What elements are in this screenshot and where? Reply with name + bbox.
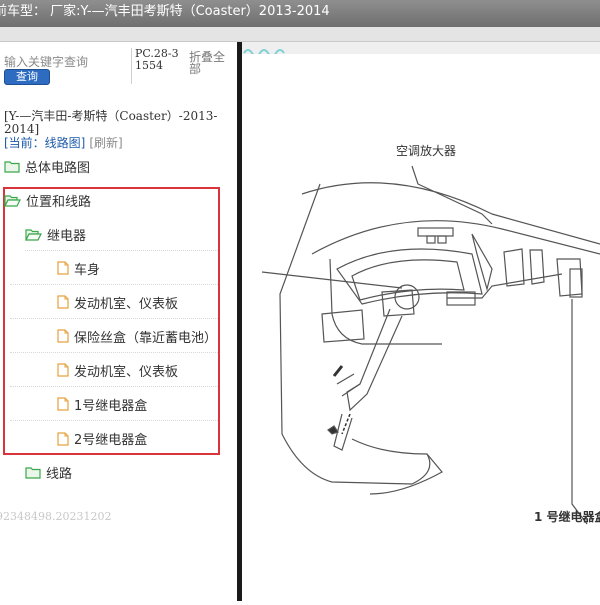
tree-item-overall-diagram[interactable]: 总体电路图 <box>4 150 224 183</box>
tree-item-label: 总体电路图 <box>25 161 91 176</box>
current-view-label: [当前：线路图] <box>4 136 86 150</box>
window-title-bar: 前车型： 厂家:Y-—汽丰田考斯特（Coaster）2013-2014 <box>0 0 600 27</box>
document-icon <box>57 397 69 411</box>
vehicle-name: [Y-—汽丰田-考斯特（Coaster）-2013-2014] <box>4 109 218 136</box>
folder-closed-icon <box>25 467 41 479</box>
tree-item-engine-room-dash-1[interactable]: 发动机室、仪表板 <box>10 286 218 319</box>
document-icon <box>57 261 69 275</box>
document-icon <box>57 329 69 343</box>
tree-item-relay-box-2[interactable]: 2号继电器盒 <box>10 422 218 455</box>
document-icon <box>57 363 69 377</box>
sidebar-tree-panel: 查询 PC.28-31554 折叠全部 [Y-—汽丰田-考斯特（Coaster）… <box>0 42 236 601</box>
collapse-all-button[interactable]: 折叠全部 <box>189 51 231 75</box>
current-view-line: [当前：线路图] [刷新] <box>4 136 123 150</box>
footer-id: 92348498.20231202 <box>0 510 112 523</box>
tree-item-relay-box-1[interactable]: 1号继电器盒 <box>10 388 218 421</box>
tree-item-body[interactable]: 车身 <box>10 252 218 285</box>
wiring-location-diagram: 空调放大器 1 号继电器盒 <box>242 54 600 601</box>
folder-closed-icon <box>4 161 20 173</box>
tree-item-label: 继电器 <box>47 228 87 244</box>
tree-item-location-and-wiring[interactable]: 位置和线路 <box>4 184 218 217</box>
tree-item-label: 保险丝盒（靠近蓄电池） <box>74 330 218 346</box>
viewer-top-strip <box>242 42 600 57</box>
tree-item-fuse-box-near-battery[interactable]: 保险丝盒（靠近蓄电池） <box>10 320 218 353</box>
search-button[interactable]: 查询 <box>4 69 50 85</box>
folder-open-icon <box>4 195 21 207</box>
diagram-label-relay-box-1: 1 号继电器盒 <box>534 510 600 524</box>
tree-item-label: 位置和线路 <box>26 195 92 210</box>
tree-item-wiring[interactable]: 线路 <box>25 456 218 489</box>
tree-item-engine-room-dash-2[interactable]: 发动机室、仪表板 <box>10 354 218 387</box>
toolbar-strip <box>0 27 600 42</box>
model-code: PC.28-31554 <box>131 48 185 84</box>
window-title: 前车型： 厂家:Y-—汽丰田考斯特（Coaster）2013-2014 <box>0 4 330 19</box>
tree-item-relay[interactable]: 继电器 <box>25 218 218 251</box>
document-icon <box>57 295 69 309</box>
tree-item-label: 发动机室、仪表板 <box>74 364 179 380</box>
tree-item-label: 线路 <box>46 467 73 482</box>
folder-open-icon <box>25 228 42 241</box>
refresh-link[interactable]: [刷新] <box>89 136 122 150</box>
tree-item-label: 发动机室、仪表板 <box>74 296 179 312</box>
document-icon <box>57 431 69 446</box>
diagram-label-ac-amplifier: 空调放大器 <box>396 144 457 158</box>
tree-item-label: 1号继电器盒 <box>74 398 148 414</box>
tree-item-label: 2号继电器盒 <box>74 433 148 448</box>
tree-item-label: 车身 <box>74 262 101 278</box>
